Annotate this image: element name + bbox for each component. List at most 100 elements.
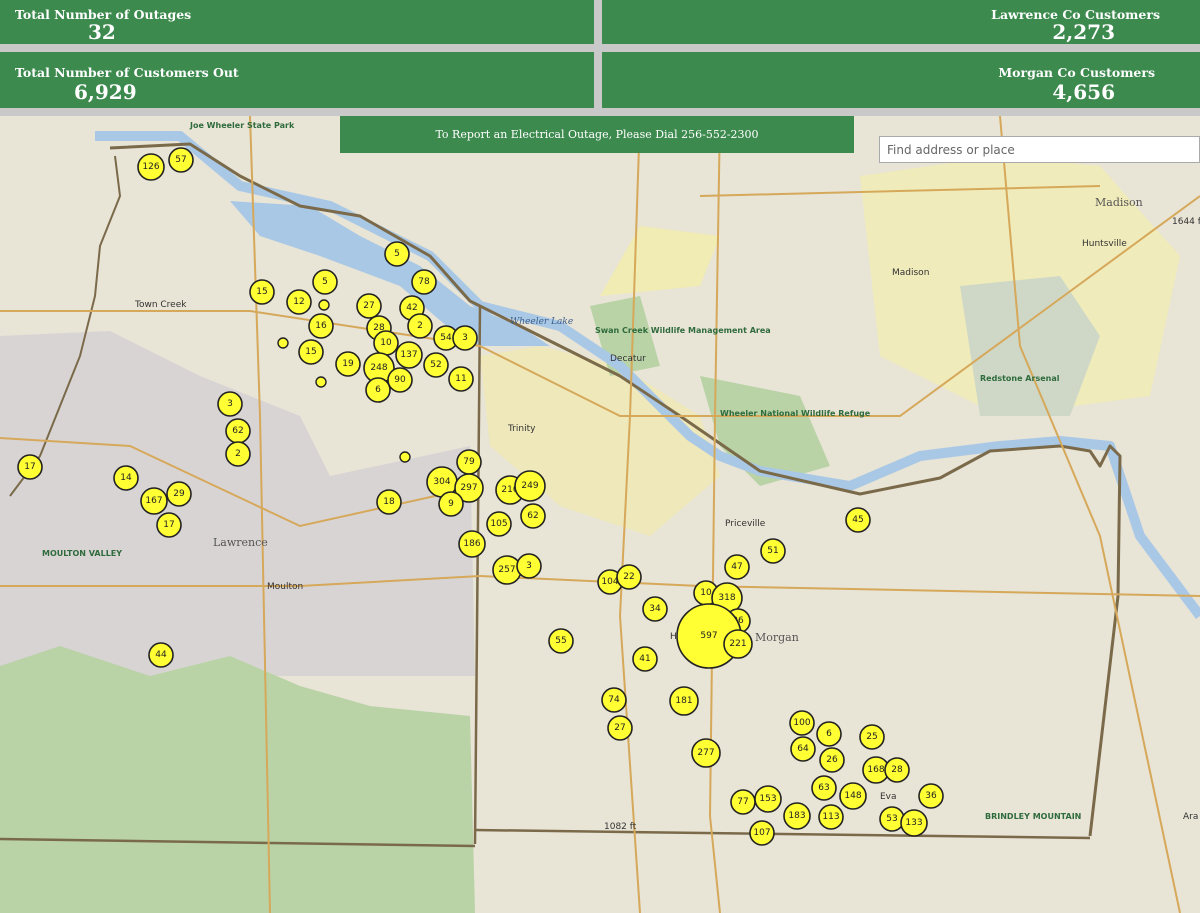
outage-marker[interactable]: 36 [918, 783, 944, 809]
outage-marker[interactable]: 9 [438, 491, 464, 517]
wheeler-refuge-label: Wheeler National Wildlife Refuge [720, 409, 871, 418]
outage-marker[interactable]: 3 [452, 325, 478, 351]
outage-marker-count: 34 [649, 604, 661, 614]
outage-marker[interactable]: 167 [140, 487, 168, 515]
outage-marker[interactable]: 22 [616, 564, 642, 590]
outage-marker[interactable]: 16 [308, 313, 334, 339]
map-canvas[interactable]: Joe Wheeler State Park Town Creek Trinit… [0, 116, 1200, 913]
outage-marker-count: 12 [293, 297, 304, 307]
outage-marker[interactable]: 79 [456, 449, 482, 475]
outage-marker[interactable]: 18 [376, 489, 402, 515]
county-morgan: Morgan [755, 631, 799, 644]
outage-marker[interactable]: 29 [166, 481, 192, 507]
outage-marker[interactable]: 2 [225, 441, 251, 467]
outage-marker-count: 133 [905, 818, 922, 828]
total-customers-card: Total Number of Customers Out 6,929 [0, 52, 594, 108]
outage-marker[interactable]: 2 [407, 313, 433, 339]
outage-marker[interactable]: 107 [749, 820, 775, 846]
place-town-creek: Town Creek [134, 300, 187, 310]
outage-marker[interactable]: 63 [811, 775, 837, 801]
outage-marker[interactable]: 77 [730, 789, 756, 815]
outage-marker[interactable]: 17 [17, 454, 43, 480]
outage-marker[interactable]: 51 [760, 538, 786, 564]
outage-marker[interactable]: 11 [448, 366, 474, 392]
outage-marker[interactable]: 186 [458, 530, 486, 558]
wheeler-lake-label: Wheeler Lake [510, 317, 573, 327]
outage-marker-count: 148 [844, 791, 861, 801]
outage-marker[interactable]: 41 [632, 646, 658, 672]
brindley-mountain-label: BRINDLEY MOUNTAIN [985, 812, 1081, 821]
outage-marker[interactable]: 34 [642, 596, 668, 622]
outage-marker-count: 183 [788, 811, 805, 821]
outage-marker[interactable]: 105 [486, 511, 512, 537]
outage-marker-count: 277 [697, 748, 714, 758]
outage-marker-count: 104 [601, 577, 618, 587]
outage-marker[interactable]: 57 [168, 147, 194, 173]
outage-marker[interactable]: 15 [298, 339, 324, 365]
place-madison: Madison [892, 268, 929, 278]
outage-marker[interactable]: 113 [818, 804, 844, 830]
outage-marker-count: 41 [639, 654, 650, 664]
redstone-label: Redstone Arsenal [980, 374, 1060, 383]
outage-marker[interactable]: 64 [790, 736, 816, 762]
outage-marker[interactable]: 100 [789, 710, 815, 736]
outage-marker[interactable]: 45 [845, 507, 871, 533]
outage-marker[interactable]: 148 [839, 782, 867, 810]
search-input[interactable] [879, 136, 1200, 163]
small-outage-dot[interactable] [318, 299, 330, 311]
outage-marker[interactable]: 44 [148, 642, 174, 668]
outage-marker[interactable]: 14 [113, 465, 139, 491]
outage-marker[interactable]: 181 [669, 686, 699, 716]
outage-marker-count: 42 [406, 303, 417, 313]
outage-marker[interactable]: 183 [783, 802, 811, 830]
small-outage-dot[interactable] [277, 337, 289, 349]
outage-marker[interactable]: 55 [548, 628, 574, 654]
swan-creek-label: Swan Creek Wildlife Management Area [595, 326, 771, 335]
outage-marker[interactable]: 17 [156, 512, 182, 538]
outage-marker-count: 297 [460, 483, 477, 493]
morgan-customers-label: Morgan Co Customers [998, 65, 1155, 80]
outage-marker[interactable]: 25 [859, 724, 885, 750]
outage-marker[interactable]: 28 [884, 757, 910, 783]
outage-marker-count: 74 [608, 695, 620, 705]
outage-marker[interactable]: 74 [601, 687, 627, 713]
outage-marker[interactable]: 27 [607, 715, 633, 741]
outage-marker[interactable]: 15 [249, 279, 275, 305]
outage-marker[interactable]: 62 [520, 503, 546, 529]
small-outage-dot[interactable] [399, 451, 411, 463]
outage-marker[interactable]: 153 [754, 785, 782, 813]
outage-marker[interactable]: 53 [879, 806, 905, 832]
outage-marker[interactable]: 62 [225, 418, 251, 444]
outage-marker[interactable]: 27 [356, 293, 382, 319]
outage-marker[interactable]: 78 [411, 269, 437, 295]
outage-marker[interactable]: 221 [723, 629, 753, 659]
outage-marker-count: 79 [463, 457, 475, 467]
outage-marker[interactable]: 137 [395, 341, 423, 369]
outage-marker[interactable]: 52 [423, 352, 449, 378]
morgan-customers-value: 4,656 [1052, 80, 1115, 104]
outage-marker[interactable]: 126 [137, 153, 165, 181]
outage-marker[interactable]: 6 [365, 377, 391, 403]
outage-marker[interactable]: 133 [900, 809, 928, 837]
outage-marker[interactable]: 249 [514, 470, 546, 502]
outage-marker-count: 248 [370, 363, 387, 373]
outage-marker[interactable]: 5 [312, 269, 338, 295]
joe-wheeler-label: Joe Wheeler State Park [189, 121, 295, 130]
outage-map[interactable]: Joe Wheeler State Park Town Creek Trinit… [0, 116, 1200, 913]
outage-marker[interactable]: 257 [492, 555, 522, 585]
outage-marker[interactable]: 3 [516, 553, 542, 579]
outage-marker-count: 3 [526, 561, 532, 571]
outage-marker[interactable]: 12 [286, 289, 312, 315]
outage-marker[interactable]: 90 [387, 367, 413, 393]
outage-marker-count: 62 [232, 426, 243, 436]
outage-marker[interactable]: 19 [335, 351, 361, 377]
small-outage-dot[interactable] [315, 376, 327, 388]
outage-marker[interactable]: 5 [384, 241, 410, 267]
outage-marker[interactable]: 10 [373, 330, 399, 356]
outage-marker[interactable]: 3 [217, 391, 243, 417]
outage-marker-count: 113 [822, 812, 839, 822]
outage-marker[interactable]: 47 [724, 554, 750, 580]
outage-marker[interactable]: 277 [691, 738, 721, 768]
outage-marker[interactable]: 6 [816, 721, 842, 747]
outage-marker[interactable]: 26 [819, 747, 845, 773]
